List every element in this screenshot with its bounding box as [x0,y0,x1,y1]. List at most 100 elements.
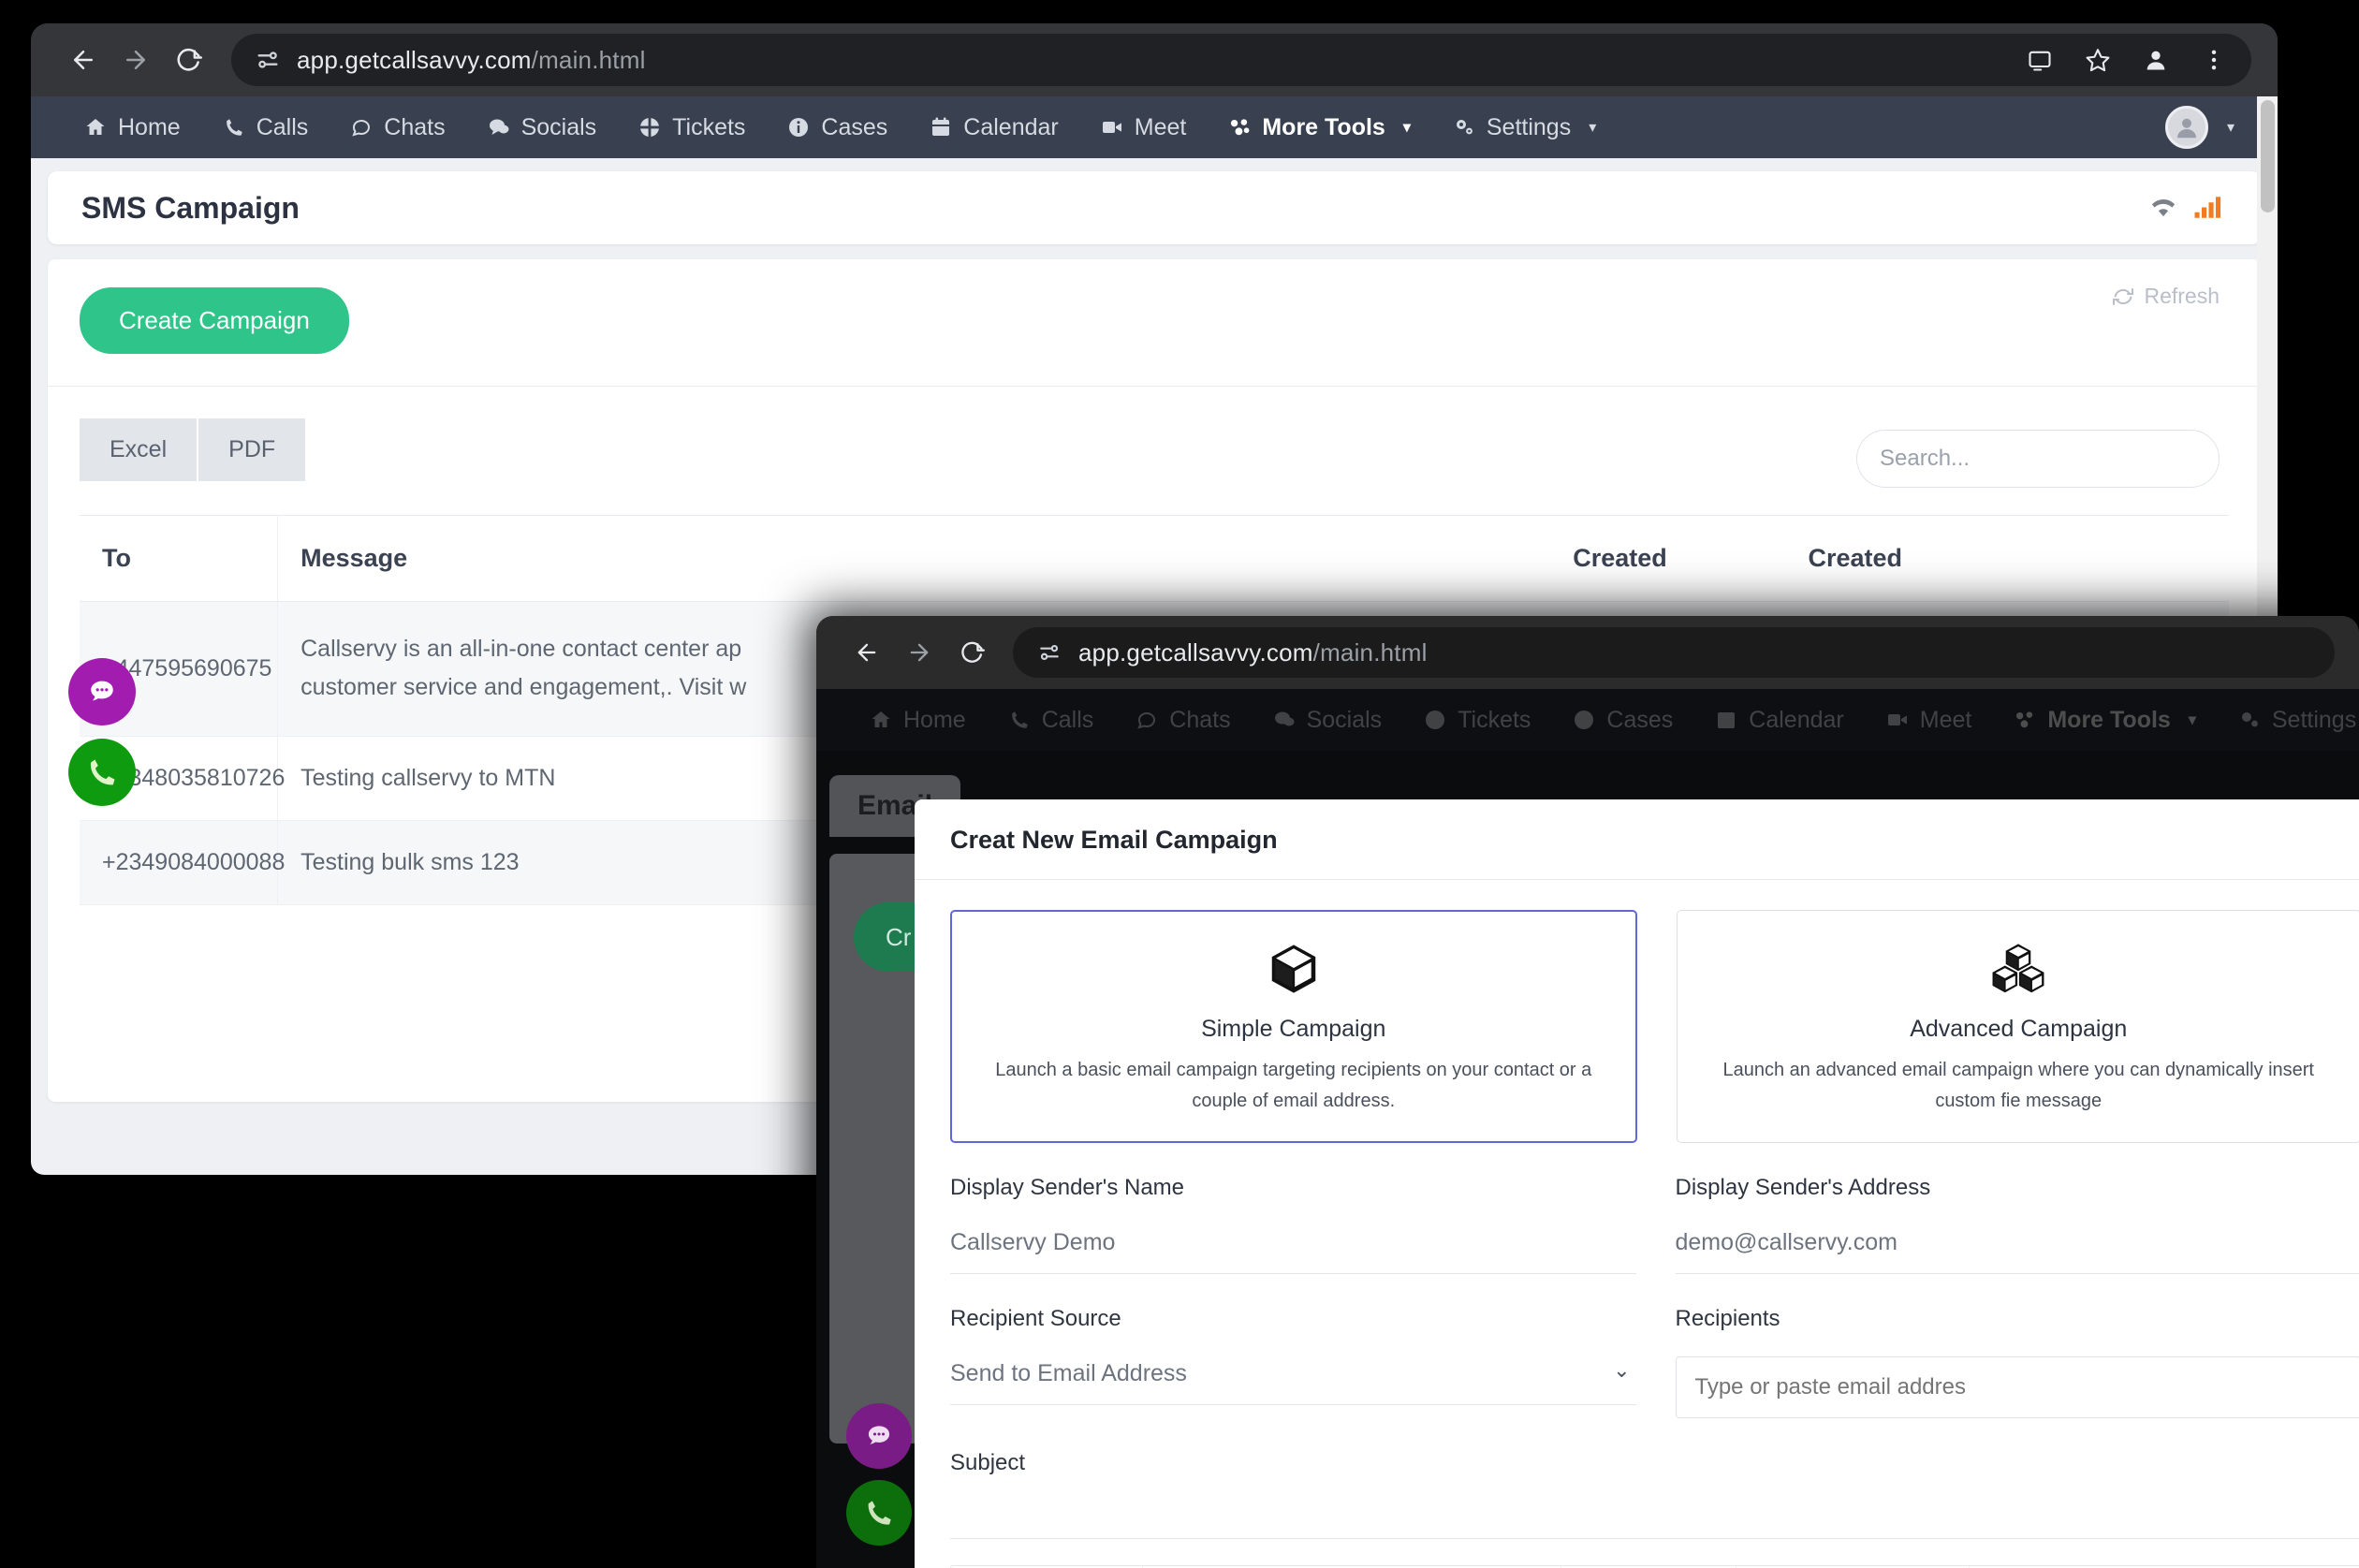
field-sender-address: Display Sender's Address [1675,1175,2359,1274]
recipients-input[interactable] [1675,1356,2359,1418]
info-icon [786,115,811,139]
search-input[interactable]: Search... [1856,430,2220,488]
nav-item-calls[interactable]: Calls [201,96,330,158]
label-recipients: Recipients [1675,1306,1780,1331]
browser-toolbar-front: app.getcallsavvy.com/main.html [816,616,2359,689]
chevron-down-icon: ▾ [2226,120,2234,136]
table-header-3[interactable] [1045,515,1417,602]
nav-label: Calls [256,113,309,140]
app-viewport-front: Home Calls Chats Socials Tickets Cases C… [816,689,2359,1568]
label-subject: Subject [950,1450,1026,1475]
chat-bubble-icon[interactable] [68,658,136,725]
nav-label: Socials [520,113,597,140]
create-campaign-button[interactable]: Create Campaign [80,287,349,354]
address-bar[interactable]: app.getcallsavvy.com/main.html [1013,627,2335,678]
simple-campaign-card[interactable]: Simple Campaign Launch a basic email cam… [950,910,1637,1143]
scrollbar-thumb[interactable] [2261,100,2275,212]
form-row-2: Recipient Source ⌄ Recipients [950,1306,2359,1418]
gear-icon [1452,115,1476,139]
floating-action-buttons [68,658,136,806]
phone-icon[interactable] [68,739,136,806]
home-icon [83,115,108,139]
nav-item-more-tools[interactable]: More Tools ▾ [1207,96,1431,158]
nav-item-meet[interactable]: Meet [1079,96,1208,158]
nav-item-chats[interactable]: Chats [329,96,465,158]
profile-icon[interactable] [2139,43,2173,77]
cast-icon[interactable] [2023,43,2057,77]
back-arrow-icon[interactable] [57,34,110,86]
nav-label: Home [118,113,181,140]
label-recipient-source: Recipient Source [950,1306,1121,1331]
field-sender-name: Display Sender's Name [950,1175,1636,1274]
site-settings-icon[interactable] [1033,637,1065,668]
nav-label: Settings [1486,113,1572,140]
recipient-source-select[interactable] [950,1356,1636,1405]
card-title: Advanced Campaign [1910,1016,2128,1042]
screen: app.getcallsavvy.com/main.html Home Call… [0,0,2359,1568]
table-header-row: To Message Created Created [80,515,2229,602]
socials-icon [487,115,511,139]
nav-label: Meet [1134,113,1187,140]
modal-divider [915,879,2359,880]
bookmark-star-icon[interactable] [2081,43,2115,77]
nav-label: More Tools [1262,113,1385,140]
modal-title: Creat New Email Campaign [950,826,1278,854]
back-arrow-icon[interactable] [841,626,893,679]
campaign-type-cards: Simple Campaign Launch a basic email cam… [950,910,2359,1143]
nav-item-cases[interactable]: Cases [766,96,908,158]
sender-name-input[interactable] [950,1225,1636,1274]
table-header-message[interactable]: Message [277,515,1046,602]
reload-icon[interactable] [945,626,998,679]
advanced-campaign-card[interactable]: Advanced Campaign Launch an advanced ema… [1676,910,2359,1143]
nav-item-home[interactable]: Home [63,96,201,158]
single-cube-icon [1265,940,1323,1003]
floating-action-buttons [846,1403,912,1546]
reload-icon[interactable] [162,34,214,86]
table-header-to[interactable]: To [80,515,279,602]
table-header-7[interactable] [1946,515,2081,602]
card-description: Launch a basic email campaign targeting … [995,1060,1592,1111]
nav-item-socials[interactable]: Socials [466,96,618,158]
browser-toolbar-back: app.getcallsavvy.com/main.html [31,23,2278,96]
refresh-label: Refresh [2144,284,2220,308]
browser-window-front: app.getcallsavvy.com/main.html Home Call… [816,616,2359,1568]
video-icon [1100,115,1124,139]
forward-arrow-icon[interactable] [110,34,162,86]
table-header-created-2[interactable]: Created [1785,515,1947,602]
table-header-created-1[interactable]: Created [1550,515,1786,602]
nav-label: Chats [384,113,446,140]
label-sender-name: Display Sender's Name [950,1175,1185,1200]
site-settings-icon[interactable] [252,44,284,76]
table-header-4[interactable] [1416,515,1551,602]
refresh-link[interactable]: Refresh [2112,284,2220,309]
phone-icon[interactable] [846,1480,912,1546]
sender-address-input[interactable] [1675,1225,2359,1274]
forward-arrow-icon[interactable] [893,626,945,679]
nav-item-calendar[interactable]: Calendar [908,96,1078,158]
form-row-1: Display Sender's Name Display Sender's A… [950,1175,2359,1274]
chevron-down-icon: ▾ [1402,120,1411,136]
export-pdf-button[interactable]: PDF [198,418,306,481]
calendar-icon [929,115,953,139]
card-description: Launch an advanced email campaign where … [1722,1060,2314,1111]
user-menu[interactable]: ▾ [2164,106,2246,149]
search-placeholder: Search... [1880,446,1971,471]
field-recipients: Recipients [1675,1306,2359,1418]
card-divider [48,386,2261,387]
chevron-down-icon: ▾ [1589,120,1597,136]
table-header-8[interactable] [2080,515,2229,602]
subject-input[interactable] [950,1538,2359,1539]
multi-cube-icon [1989,940,2047,1003]
chat-bubble-icon[interactable] [846,1403,912,1469]
label-sender-address: Display Sender's Address [1675,1175,1931,1200]
chat-icon [349,115,374,139]
page-header: SMS Campaign [48,171,2261,244]
avatar[interactable] [2164,106,2208,149]
nav-label: Calendar [963,113,1059,140]
nav-item-tickets[interactable]: Tickets [617,96,766,158]
export-excel-button[interactable]: Excel [80,418,198,481]
address-bar[interactable]: app.getcallsavvy.com/main.html [231,34,2251,86]
tools-icon [1227,115,1252,139]
nav-item-settings[interactable]: Settings ▾ [1431,96,1617,158]
browser-menu-icon[interactable] [2197,43,2231,77]
